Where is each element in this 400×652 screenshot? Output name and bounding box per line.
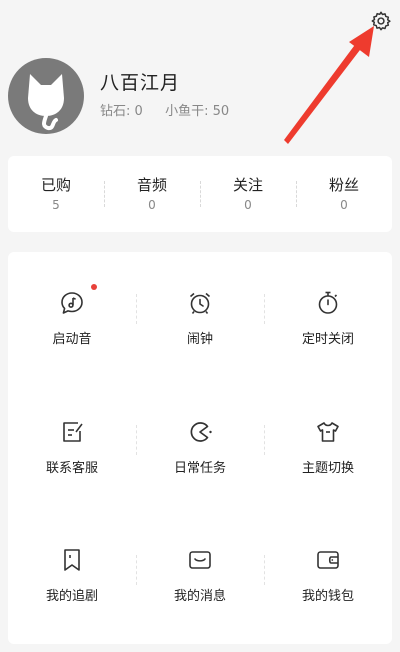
tshirt-icon [313, 417, 343, 447]
count-label: 已购 [40, 176, 71, 194]
tile-label: 主题切换 [301, 460, 354, 476]
username: 八百江月 [100, 72, 181, 94]
profile-header: 八百江月 钻石: 0 小鱼干: 50 [0, 52, 400, 144]
count-label: 关注 [232, 176, 263, 194]
message-icon [185, 545, 215, 575]
tile-label: 我的钱包 [301, 589, 354, 605]
menu-my-messages[interactable]: 我的消息 [136, 513, 264, 644]
tile-label: 启动音 [52, 332, 92, 347]
gear-icon [371, 11, 391, 31]
tile-label: 我的消息 [173, 589, 226, 605]
tile-label: 日常任务 [173, 460, 226, 476]
tile-label: 定时关闭 [301, 332, 354, 347]
diamond-value: 0 [134, 104, 143, 119]
tile-label: 我的追剧 [45, 589, 98, 605]
menu-alarm[interactable]: 闹钟 [136, 252, 264, 383]
edit-note-icon [57, 417, 87, 447]
count-label: 粉丝 [328, 176, 359, 194]
music-chat-icon [57, 284, 97, 318]
menu-sleep-timer[interactable]: 定时关闭 [264, 252, 392, 383]
tile-label: 闹钟 [186, 332, 213, 347]
count-label: 音频 [136, 176, 167, 194]
notification-dot [91, 284, 97, 290]
alarm-clock-icon [185, 288, 215, 318]
feature-grid: 启动音 闹钟 定时关闭 联系客服 日常任务 主题切换 我的追剧 我的消息 我的钱… [8, 252, 392, 644]
count-value: 5 [52, 198, 60, 212]
wallet-icon [313, 545, 343, 575]
menu-daily-tasks[interactable]: 日常任务 [136, 383, 264, 514]
count-fans[interactable]: 粉丝 0 [296, 175, 392, 213]
feature-grid-card: 启动音 闹钟 定时关闭 联系客服 日常任务 主题切换 我的追剧 我的消息 我的钱… [8, 252, 392, 644]
pacman-icon [185, 417, 215, 447]
profile-stats: 钻石: 0 小鱼干: 50 [100, 100, 229, 119]
menu-my-wallet[interactable]: 我的钱包 [264, 513, 392, 644]
settings-button[interactable] [368, 8, 394, 34]
menu-startup-sound[interactable]: 启动音 [8, 252, 136, 383]
count-value: 0 [340, 198, 348, 212]
count-value: 0 [148, 198, 156, 212]
fish-value: 50 [212, 104, 230, 119]
count-following[interactable]: 关注 0 [200, 175, 296, 213]
tile-label: 联系客服 [45, 460, 98, 476]
diamond-label: 钻石: [100, 104, 131, 119]
count-audio[interactable]: 音频 0 [104, 175, 200, 213]
fish-label: 小鱼干: [165, 104, 209, 119]
counts-card: 已购 5 音频 0 关注 0 粉丝 0 [8, 156, 392, 232]
menu-customer-service[interactable]: 联系客服 [8, 383, 136, 514]
bookmark-icon [57, 545, 87, 575]
menu-my-series[interactable]: 我的追剧 [8, 513, 136, 644]
count-value: 0 [244, 198, 252, 212]
menu-theme-switch[interactable]: 主题切换 [264, 383, 392, 514]
count-purchased[interactable]: 已购 5 [8, 175, 104, 213]
cat-avatar-icon [28, 74, 64, 131]
timer-icon [313, 288, 343, 318]
avatar[interactable] [8, 58, 84, 134]
